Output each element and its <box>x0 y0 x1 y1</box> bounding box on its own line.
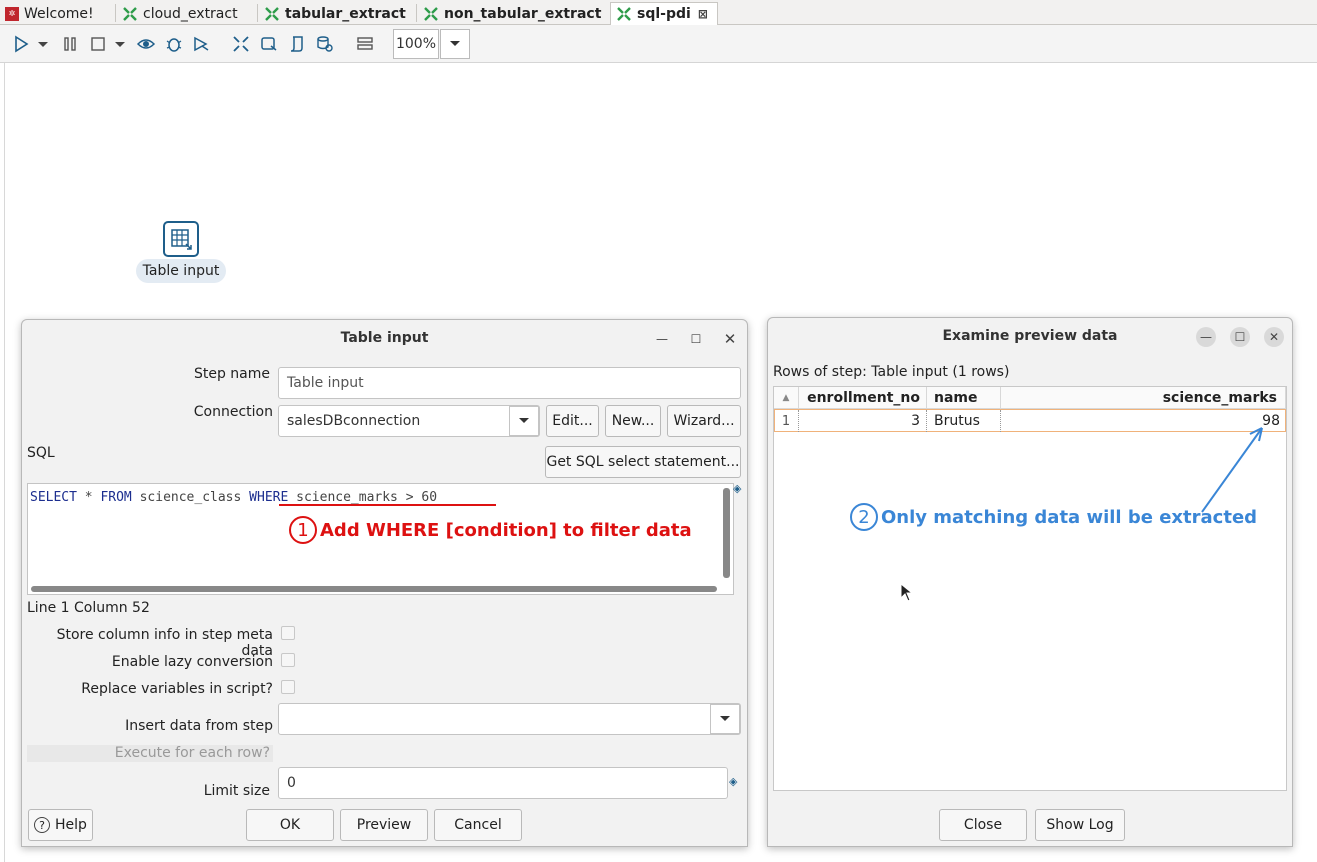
run-icon[interactable] <box>10 33 32 55</box>
sql-horizontal-scrollbar[interactable] <box>31 586 717 592</box>
enrollment-no-cell[interactable]: 3 <box>799 410 927 432</box>
dialog-title: Table input <box>340 330 429 346</box>
close-icon[interactable]: ✕ <box>720 329 740 349</box>
connection-wizard-button[interactable]: Wizard... <box>667 405 741 437</box>
name-cell[interactable]: Brutus <box>927 410 1001 432</box>
maximize-icon[interactable]: ☐ <box>686 329 706 349</box>
row-number: 1 <box>774 410 799 432</box>
sql-label: SQL <box>27 445 55 461</box>
sql-text: * <box>76 490 101 505</box>
sql-keyword: SELECT <box>30 490 77 505</box>
close-tab-icon[interactable]: ⊠ <box>698 7 708 21</box>
sql-script-icon[interactable] <box>286 33 308 55</box>
column-header[interactable]: enrollment_no <box>799 387 927 409</box>
tab-label: tabular_extract <box>285 5 406 22</box>
zoom-level-field[interactable]: 100% <box>393 29 439 59</box>
sql-text: science_class <box>131 490 250 505</box>
table-input-step-icon[interactable] <box>163 221 199 257</box>
connection-select[interactable]: salesDBconnection <box>278 405 540 437</box>
sql-keyword: FROM <box>100 490 132 505</box>
connection-dropdown-chevron-icon[interactable] <box>509 406 539 436</box>
tab-non-tabular-extract[interactable]: non_tabular_extract <box>418 2 610 25</box>
get-sql-select-button[interactable]: Get SQL select statement... <box>545 446 741 478</box>
minimize-icon[interactable]: — <box>1196 327 1216 347</box>
sort-column-header[interactable]: ▲ <box>774 387 799 409</box>
annotation-text: Add WHERE [condition] to filter data <box>320 519 692 541</box>
annotation-number: 1 <box>289 516 317 544</box>
lazy-conversion-checkbox[interactable] <box>281 653 295 667</box>
annotation-filter-hint: 1 Add WHERE [condition] to filter data <box>289 516 692 544</box>
column-header[interactable]: science_marks <box>1001 387 1286 409</box>
pause-icon[interactable] <box>59 33 81 55</box>
maximize-icon[interactable]: ☐ <box>1230 327 1250 347</box>
debug-bug-icon[interactable] <box>163 33 185 55</box>
tab-label: cloud_extract <box>143 5 238 22</box>
close-button[interactable]: Close <box>939 809 1027 841</box>
variable-diamond-icon[interactable]: ◈ <box>733 482 741 495</box>
tab-cloud-extract[interactable]: cloud_extract <box>117 2 257 25</box>
insert-data-from-step-select[interactable] <box>278 703 741 735</box>
transformation-icon <box>123 6 137 21</box>
preview-eye-icon[interactable] <box>135 33 157 55</box>
stop-icon[interactable] <box>87 33 109 55</box>
new-connection-button[interactable]: New... <box>605 405 661 437</box>
where-clause-underline <box>279 504 496 506</box>
replay-icon[interactable] <box>190 33 212 55</box>
tab-welcome[interactable]: ✲ Welcome! <box>0 2 115 25</box>
execute-each-row-label: Execute for each row? <box>114 745 270 761</box>
welcome-icon: ✲ <box>5 6 19 21</box>
annotation-text: Only matching data will be extracted <box>881 506 1258 528</box>
replace-variables-checkbox[interactable] <box>281 680 295 694</box>
variable-diamond-icon[interactable]: ◈ <box>729 775 737 788</box>
step-name-input[interactable]: Table input <box>278 367 741 399</box>
verify-icon[interactable] <box>230 33 252 55</box>
impact-icon[interactable] <box>258 33 280 55</box>
tab-label: Welcome! <box>24 5 94 22</box>
limit-size-label: Limit size <box>203 783 270 799</box>
cursor-position-status: Line 1 Column 52 <box>27 600 150 616</box>
annotation-number: 2 <box>850 503 878 531</box>
limit-size-input[interactable]: 0 <box>278 767 728 799</box>
connection-label: Connection <box>193 404 273 420</box>
transformation-toolbar: 100% <box>0 25 1317 63</box>
editor-tab-bar: ✲ Welcome! cloud_extract tabular_extract… <box>0 0 1317 25</box>
insert-data-from-step-label: Insert data from step <box>125 718 273 734</box>
column-header[interactable]: name <box>927 387 1001 409</box>
explore-db-icon[interactable] <box>314 33 336 55</box>
tab-label: non_tabular_extract <box>444 5 602 22</box>
show-log-button[interactable]: Show Log <box>1035 809 1125 841</box>
annotation-result-hint: 2 Only matching data will be extracted <box>850 503 1257 531</box>
transformation-icon <box>424 6 438 21</box>
minimize-icon[interactable]: — <box>652 329 672 349</box>
store-column-info-checkbox[interactable] <box>281 626 295 640</box>
close-icon[interactable]: ✕ <box>1264 327 1284 347</box>
cancel-button[interactable]: Cancel <box>434 809 522 841</box>
tab-sql-pdi[interactable]: sql-pdi ⊠ <box>610 2 718 25</box>
insert-step-dropdown-chevron-icon[interactable] <box>710 704 740 734</box>
help-icon: ? <box>34 817 51 833</box>
sql-keyword: WHERE <box>249 490 289 505</box>
zoom-dropdown-chevron-icon[interactable] <box>440 29 470 59</box>
transformation-icon <box>617 7 631 21</box>
edit-connection-button[interactable]: Edit... <box>546 405 599 437</box>
tab-tabular-extract[interactable]: tabular_extract <box>259 2 416 25</box>
run-options-chevron-icon[interactable] <box>36 33 50 55</box>
preview-button[interactable]: Preview <box>340 809 428 841</box>
lazy-conversion-label: Enable lazy conversion <box>111 654 273 670</box>
sql-vertical-scrollbar[interactable] <box>723 488 730 578</box>
show-results-icon[interactable] <box>354 33 376 55</box>
tab-label: sql-pdi <box>637 6 691 22</box>
help-label: Help <box>55 817 87 833</box>
replace-variables-label: Replace variables in script? <box>81 681 273 697</box>
ok-button[interactable]: OK <box>246 809 334 841</box>
sql-text: science_marks > 60 <box>288 490 438 505</box>
step-name-label: Step name <box>193 366 270 382</box>
table-input-step-label[interactable]: Table input <box>136 259 226 283</box>
transformation-icon <box>265 6 279 21</box>
stop-options-chevron-icon[interactable] <box>113 33 127 55</box>
rows-info-label: Rows of step: Table input (1 rows) <box>773 364 1010 380</box>
mouse-cursor-icon <box>900 583 914 602</box>
help-button[interactable]: ? Help <box>28 809 93 841</box>
